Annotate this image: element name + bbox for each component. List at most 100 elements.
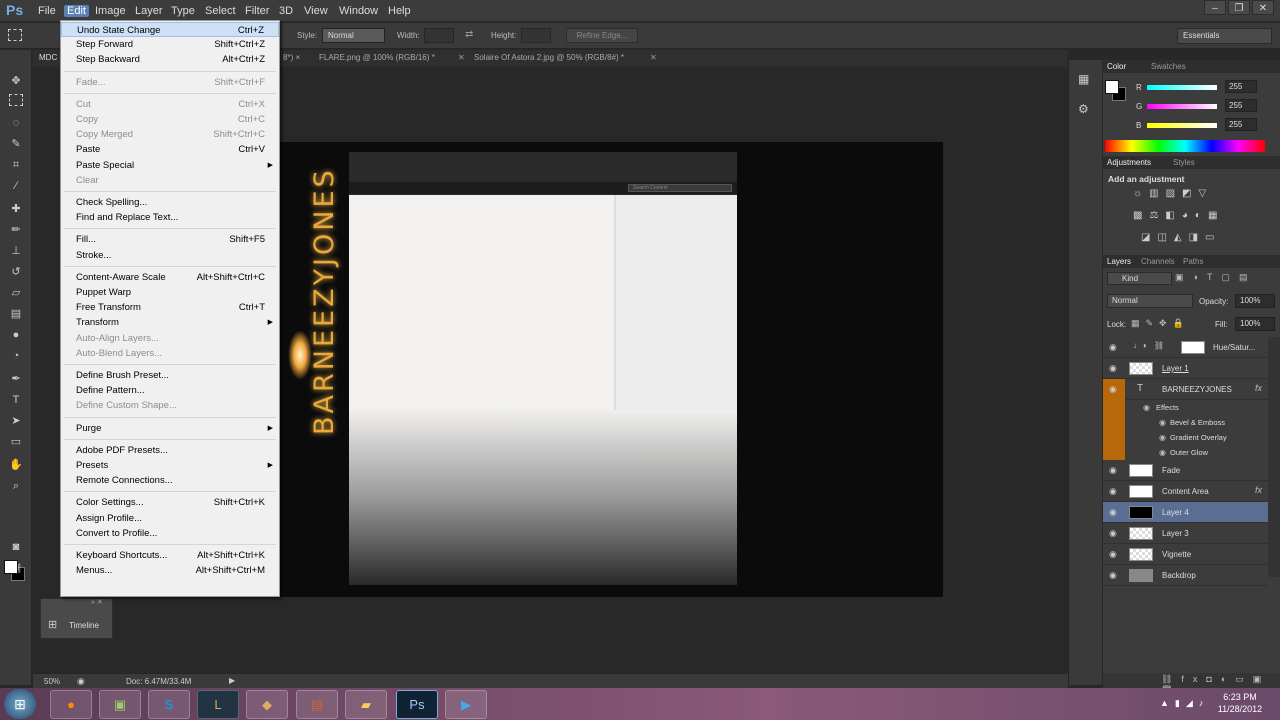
- timeline-panel[interactable]: » ✕ ⊞ Timeline: [40, 598, 113, 639]
- visibility-eye-icon[interactable]: ◉: [1109, 570, 1117, 581]
- effect-item[interactable]: ◉ Outer Glow: [1103, 445, 1268, 460]
- color-spectrum[interactable]: [1105, 140, 1265, 152]
- menu-layer[interactable]: Layer: [135, 5, 163, 17]
- swap-icon[interactable]: ⇄: [465, 29, 473, 40]
- history-icon[interactable]: ▦: [1078, 72, 1089, 86]
- layer-row[interactable]: ◉ Layer 4: [1103, 502, 1268, 523]
- layer-thumbnail[interactable]: [1129, 485, 1153, 498]
- tab-paths[interactable]: Paths: [1183, 257, 1203, 266]
- adjustment-icons-row3[interactable]: ◪◫◭◨▭: [1141, 232, 1241, 246]
- adjustment-icons-row1[interactable]: ☼▥▨◩▽: [1133, 188, 1233, 202]
- visibility-eye-icon[interactable]: ◉: [1109, 342, 1117, 353]
- menu-edit[interactable]: Edit: [64, 5, 89, 17]
- menu-item-auto-align-layers[interactable]: Auto-Align Layers...: [61, 331, 279, 346]
- layer-row[interactable]: ◉ Vignette: [1103, 544, 1268, 565]
- tab-adjustments[interactable]: Adjustments: [1107, 158, 1151, 167]
- zoom-level[interactable]: 50%: [44, 677, 60, 686]
- menu-file[interactable]: File: [38, 5, 56, 17]
- menu-item-puppet-warp[interactable]: Puppet Warp: [61, 285, 279, 300]
- taskbar-clock[interactable]: 6:23 PM 11/28/2012: [1210, 691, 1270, 715]
- start-button-icon[interactable]: ⊞: [4, 689, 36, 719]
- menu-item-undo-state-change[interactable]: Undo State Change Ctrl+Z: [61, 22, 279, 37]
- healing-brush-tool-icon[interactable]: ✚: [6, 200, 26, 218]
- firefox-icon[interactable]: ●: [50, 690, 92, 719]
- menu-item-menus[interactable]: Menus... Alt+Shift+Ctrl+M: [61, 563, 279, 578]
- layer-name[interactable]: Fade: [1162, 466, 1180, 475]
- menu-item-stroke[interactable]: Stroke...: [61, 248, 279, 263]
- menu-item-paste-special[interactable]: Paste Special ▶: [61, 158, 279, 173]
- layer-row[interactable]: ◉ Content Area fx: [1103, 481, 1268, 502]
- layer-thumbnail[interactable]: [1129, 569, 1153, 582]
- menu-item-fade[interactable]: Fade... Shift+Ctrl+F: [61, 75, 279, 90]
- menu-item-step-backward[interactable]: Step Backward Alt+Ctrl+Z: [61, 52, 279, 67]
- history-brush-tool-icon[interactable]: ↺: [6, 263, 26, 281]
- close-tab-icon[interactable]: ✕: [458, 53, 465, 62]
- close-button[interactable]: ✕: [1252, 0, 1274, 15]
- visibility-eye-icon[interactable]: ◉: [1159, 433, 1166, 442]
- eraser-tool-icon[interactable]: ▱: [6, 284, 26, 302]
- layer-row[interactable]: ◉ Layer 1: [1103, 358, 1268, 379]
- opacity-input[interactable]: 100%: [1235, 294, 1275, 308]
- menu-item-cut[interactable]: Cut Ctrl+X: [61, 97, 279, 112]
- adjustment-icons-row2[interactable]: ▩⚖◧◕◐▦: [1133, 210, 1233, 224]
- doc-tab-partial[interactable]: 8*) ×: [283, 53, 300, 62]
- close-tab-icon[interactable]: ✕: [650, 53, 657, 62]
- red-slider[interactable]: [1147, 85, 1217, 90]
- menu-item-color-settings[interactable]: Color Settings... Shift+Ctrl+K: [61, 495, 279, 510]
- tab-channels[interactable]: Channels: [1141, 257, 1175, 266]
- layer-name[interactable]: Vignette: [1162, 550, 1191, 559]
- winrar-icon[interactable]: ▤: [296, 690, 338, 719]
- effect-item[interactable]: ◉ Bevel & Emboss: [1103, 415, 1268, 430]
- layer-name[interactable]: Content Area: [1162, 487, 1209, 496]
- move-tool-icon[interactable]: ✥: [6, 72, 26, 90]
- refine-edge-button[interactable]: Refine Edge...: [566, 28, 638, 43]
- layer-effects-icon[interactable]: fx: [1255, 383, 1262, 393]
- zoom-tool-icon[interactable]: ⌕: [6, 477, 26, 495]
- foreground-color-swatch[interactable]: [4, 560, 18, 574]
- layer-row[interactable]: ◉ ↓◐⛓ Hue/Satur...: [1103, 337, 1268, 358]
- marquee-tool-icon[interactable]: [8, 29, 22, 41]
- tab-layers[interactable]: Layers: [1107, 257, 1131, 266]
- menu-filter[interactable]: Filter: [245, 5, 269, 17]
- workspace-select[interactable]: Essentials: [1177, 28, 1272, 44]
- menu-item-step-forward[interactable]: Step Forward Shift+Ctrl+Z: [61, 37, 279, 52]
- layer-name[interactable]: BARNEEZYJONES: [1162, 385, 1232, 394]
- doc-tab-mdc[interactable]: MDC: [39, 53, 57, 62]
- width-input[interactable]: [424, 28, 454, 43]
- photoshop-taskbar-icon[interactable]: Ps: [396, 690, 438, 719]
- layer-name[interactable]: Layer 4: [1162, 508, 1189, 517]
- path-select-tool-icon[interactable]: ➤: [6, 412, 26, 430]
- status-info-icon[interactable]: ◉: [77, 676, 85, 687]
- lock-icons[interactable]: ▦✎✥🔒: [1131, 318, 1196, 330]
- marquee-tool-icon[interactable]: [9, 94, 23, 106]
- visibility-eye-icon[interactable]: ◉: [1109, 528, 1117, 539]
- blur-tool-icon[interactable]: ●: [6, 326, 26, 344]
- height-input[interactable]: [521, 28, 551, 43]
- layer-name[interactable]: Layer 3: [1162, 529, 1189, 538]
- menu-window[interactable]: Window: [339, 5, 378, 17]
- layer-row[interactable]: ◉ Backdrop: [1103, 565, 1268, 586]
- menu-item-adobe-pdf-presets[interactable]: Adobe PDF Presets...: [61, 443, 279, 458]
- tab-color[interactable]: Color: [1107, 62, 1126, 71]
- layer-thumbnail[interactable]: [1129, 464, 1153, 477]
- status-arrow-icon[interactable]: ▶: [229, 676, 235, 685]
- visibility-eye-icon[interactable]: ◉: [1109, 384, 1117, 395]
- layer-thumbnail[interactable]: [1129, 548, 1153, 561]
- quick-mask-icon[interactable]: ◙: [6, 538, 26, 556]
- skype-icon[interactable]: S: [148, 690, 190, 719]
- menu-help[interactable]: Help: [388, 5, 411, 17]
- media-player-icon[interactable]: ▶: [445, 690, 487, 719]
- blue-value[interactable]: 255: [1225, 118, 1257, 131]
- layers-scrollbar[interactable]: [1268, 337, 1280, 577]
- red-value[interactable]: 255: [1225, 80, 1257, 93]
- tab-swatches[interactable]: Swatches: [1151, 62, 1186, 71]
- layer-name[interactable]: Layer 1: [1162, 364, 1189, 373]
- menu-item-presets[interactable]: Presets ▶: [61, 458, 279, 473]
- layer-effects-icon[interactable]: fx: [1255, 485, 1262, 495]
- explorer-icon[interactable]: ▰: [345, 690, 387, 719]
- doc-tab-solaire[interactable]: Solaire Of Astora 2.jpg @ 50% (RGB/8#) *: [474, 53, 624, 62]
- menu-item-content-aware-scale[interactable]: Content-Aware Scale Alt+Shift+Ctrl+C: [61, 270, 279, 285]
- visibility-eye-icon[interactable]: ◉: [1159, 418, 1166, 427]
- gradient-tool-icon[interactable]: ▤: [6, 305, 26, 323]
- visibility-eye-icon[interactable]: ◉: [1109, 363, 1117, 374]
